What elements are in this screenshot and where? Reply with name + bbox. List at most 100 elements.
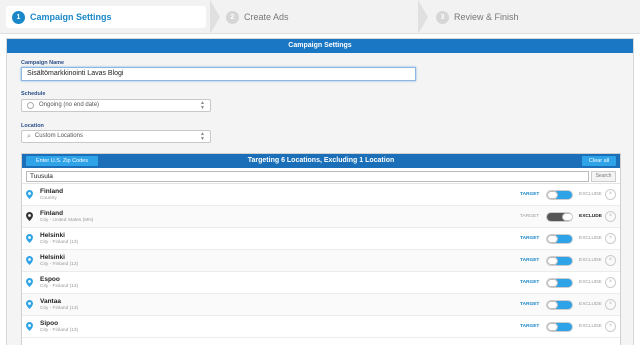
toggle-knob bbox=[547, 279, 558, 287]
target-label[interactable]: TARGET bbox=[520, 280, 539, 285]
location-type: City - Finland (13) bbox=[40, 306, 79, 311]
exclude-label[interactable]: EXCLUDE bbox=[579, 280, 602, 285]
step-label: Create Ads bbox=[244, 12, 289, 22]
wizard-stepper: 1 Campaign Settings 2 Create Ads 3 Revie… bbox=[0, 0, 640, 34]
location-value: Custom Locations bbox=[34, 133, 83, 139]
updown-arrows-icon: ▲ ▼ bbox=[200, 100, 205, 111]
remove-location-icon[interactable]: × bbox=[605, 189, 616, 200]
step-number: 3 bbox=[436, 10, 449, 24]
clear-all-button[interactable]: Clear all bbox=[582, 156, 616, 166]
target-exclude-toggle[interactable] bbox=[546, 256, 573, 266]
map-pin-icon bbox=[26, 278, 33, 287]
target-exclude-toggle[interactable] bbox=[546, 234, 573, 244]
exclude-label[interactable]: EXCLUDE bbox=[579, 302, 602, 307]
location-name: Finland bbox=[40, 188, 64, 195]
location-list: Finland Country TARGET EXCLUDE × Finland City … bbox=[22, 184, 620, 338]
location-name: Sipoo bbox=[40, 320, 59, 327]
target-label[interactable]: TARGET bbox=[520, 214, 539, 219]
step-separator bbox=[210, 0, 220, 34]
target-exclude-toggle[interactable] bbox=[546, 212, 573, 222]
exclude-label[interactable]: EXCLUDE bbox=[579, 192, 602, 197]
step-label: Review & Finish bbox=[454, 12, 519, 22]
location-search-input[interactable]: Tuusula bbox=[26, 171, 589, 182]
remove-location-icon[interactable]: × bbox=[605, 277, 616, 288]
remove-location-icon[interactable]: × bbox=[605, 321, 616, 332]
location-type: City - United States (MN) bbox=[40, 218, 94, 223]
exclude-label[interactable]: EXCLUDE bbox=[579, 258, 602, 263]
map-pin-icon bbox=[26, 256, 33, 265]
location-name: Vantaa bbox=[40, 298, 61, 305]
step-label: Campaign Settings bbox=[30, 12, 112, 22]
location-row: Helsinki City - Finland (13) TARGET EXCLUDE… bbox=[22, 250, 620, 272]
location-select[interactable]: ⌕ Custom Locations ▲ ▼ bbox=[21, 130, 211, 143]
map-pin-icon bbox=[26, 190, 33, 199]
locations-title: Targeting 6 Locations, Excluding 1 Locat… bbox=[247, 157, 395, 164]
location-search-row: Tuusula Search bbox=[22, 168, 620, 184]
updown-arrows-icon: ▲ ▼ bbox=[200, 131, 205, 142]
toggle-fill bbox=[556, 279, 572, 287]
location-row: Espoo City - Finland (13) TARGET EXCLUDE × bbox=[22, 272, 620, 294]
target-label[interactable]: TARGET bbox=[520, 302, 539, 307]
target-label[interactable]: TARGET bbox=[520, 324, 539, 329]
toggle-knob bbox=[562, 213, 572, 221]
toggle-knob bbox=[547, 257, 558, 265]
location-type: City - Finland (13) bbox=[40, 240, 79, 245]
target-label[interactable]: TARGET bbox=[520, 258, 539, 263]
toggle-fill bbox=[556, 191, 572, 199]
toggle-knob bbox=[547, 235, 558, 243]
panel-title: Campaign Settings bbox=[7, 39, 633, 53]
location-type: Country bbox=[40, 196, 57, 201]
schedule-label: Schedule bbox=[21, 91, 46, 97]
target-exclude-toggle[interactable] bbox=[546, 322, 573, 332]
location-name: Finland bbox=[40, 210, 64, 217]
toggle-fill bbox=[556, 235, 572, 243]
campaign-settings-panel: Campaign Settings Campaign Name Sisältöm… bbox=[6, 38, 634, 345]
remove-location-icon[interactable]: × bbox=[605, 233, 616, 244]
search-icon: ⌕ bbox=[27, 133, 31, 140]
toggle-knob bbox=[547, 301, 558, 309]
location-label: Location bbox=[21, 123, 44, 129]
location-name: Espoo bbox=[40, 276, 60, 283]
map-pin-icon bbox=[26, 300, 33, 309]
locations-header: Targeting 6 Locations, Excluding 1 Locat… bbox=[22, 154, 620, 168]
campaign-name-label: Campaign Name bbox=[21, 60, 65, 66]
schedule-select[interactable]: Ongoing (no end date) ▲ ▼ bbox=[21, 99, 211, 112]
target-exclude-toggle[interactable] bbox=[546, 190, 573, 200]
exclude-label[interactable]: EXCLUDE bbox=[579, 324, 602, 329]
enter-zip-button[interactable]: Enter U.S. Zip Codes bbox=[26, 156, 98, 166]
toggle-knob bbox=[547, 191, 558, 199]
remove-location-icon[interactable]: × bbox=[605, 299, 616, 310]
target-exclude-toggle[interactable] bbox=[546, 300, 573, 310]
step-review-finish[interactable]: 3 Review & Finish bbox=[436, 6, 519, 28]
target-label[interactable]: TARGET bbox=[520, 236, 539, 241]
step-campaign-settings[interactable]: 1 Campaign Settings bbox=[6, 6, 206, 28]
location-type: City - Finland (13) bbox=[40, 284, 79, 289]
exclude-label[interactable]: EXCLUDE bbox=[579, 236, 602, 241]
step-create-ads[interactable]: 2 Create Ads bbox=[226, 6, 289, 28]
target-label[interactable]: TARGET bbox=[520, 192, 539, 197]
target-exclude-toggle[interactable] bbox=[546, 278, 573, 288]
schedule-value: Ongoing (no end date) bbox=[39, 102, 100, 108]
locations-box: Targeting 6 Locations, Excluding 1 Locat… bbox=[21, 153, 621, 345]
location-type: City - Finland (13) bbox=[40, 262, 79, 267]
map-pin-icon bbox=[26, 322, 33, 331]
location-row: Sipoo City - Finland (13) TARGET EXCLUDE × bbox=[22, 316, 620, 338]
toggle-fill bbox=[556, 301, 572, 309]
toggle-knob bbox=[547, 323, 558, 331]
step-number: 2 bbox=[226, 10, 239, 24]
toggle-fill bbox=[556, 323, 572, 331]
location-row: Finland Country TARGET EXCLUDE × bbox=[22, 184, 620, 206]
search-button[interactable]: Search bbox=[591, 171, 616, 182]
step-separator bbox=[418, 0, 428, 34]
location-name: Helsinki bbox=[40, 232, 65, 239]
remove-location-icon[interactable]: × bbox=[605, 255, 616, 266]
location-row: Helsinki City - Finland (13) TARGET EXCLUDE… bbox=[22, 228, 620, 250]
radio-icon bbox=[27, 102, 34, 109]
exclude-label[interactable]: EXCLUDE bbox=[579, 214, 602, 219]
step-number: 1 bbox=[12, 10, 25, 24]
location-row: Vantaa City - Finland (13) TARGET EXCLUDE × bbox=[22, 294, 620, 316]
location-type: City - Finland (13) bbox=[40, 328, 79, 333]
remove-location-icon[interactable]: × bbox=[605, 211, 616, 222]
toggle-fill bbox=[556, 257, 572, 265]
campaign-name-input[interactable]: Sisältömarkkinointi Lavas Blogi bbox=[21, 67, 416, 81]
